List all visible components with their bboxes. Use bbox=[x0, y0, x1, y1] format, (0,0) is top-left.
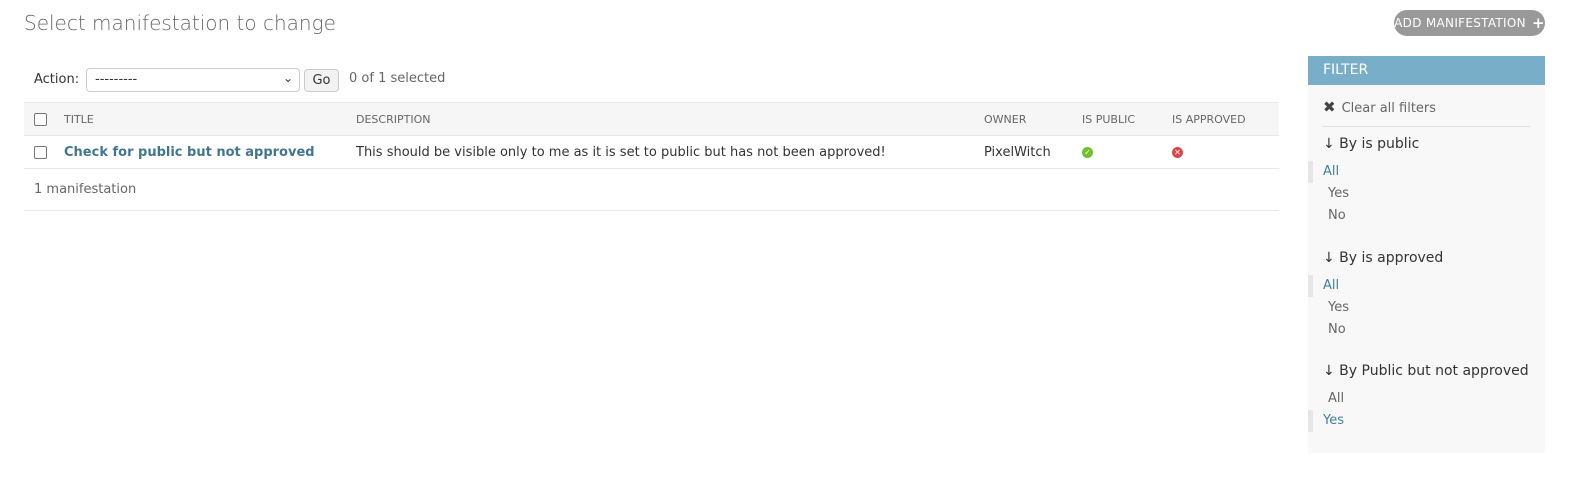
column-header-owner[interactable]: OWNER bbox=[984, 102, 1082, 136]
paginator: 1 manifestation bbox=[24, 168, 1279, 211]
result-table: TITLE DESCRIPTION OWNER IS PUBLIC IS APP… bbox=[24, 102, 1279, 169]
close-icon: ✖ bbox=[1323, 98, 1336, 116]
filter-option-no[interactable]: No bbox=[1308, 205, 1545, 227]
actions-bar: Action: --------- ⌄ Go 0 of 1 selected bbox=[24, 68, 1279, 92]
column-header-is-approved[interactable]: IS APPROVED bbox=[1172, 102, 1279, 136]
action-label: Action: bbox=[34, 72, 80, 87]
filter-option-yes[interactable]: Yes bbox=[1308, 410, 1545, 432]
owner-cell: PixelWitch bbox=[984, 135, 1082, 169]
select-all-cell bbox=[24, 102, 64, 136]
filter-option-yes[interactable]: Yes bbox=[1308, 297, 1545, 319]
select-all-checkbox[interactable] bbox=[34, 112, 47, 126]
filter-group-title: ↓ By is public bbox=[1323, 136, 1420, 152]
add-manifestation-label: ADD MANIFESTATION bbox=[1394, 16, 1526, 30]
action-select-value: --------- bbox=[95, 72, 138, 87]
is-approved-cell: ✕ bbox=[1172, 135, 1279, 169]
column-header-is-public[interactable]: IS PUBLIC bbox=[1082, 102, 1172, 136]
description-cell: This should be visible only to me as it … bbox=[356, 135, 984, 169]
action-select[interactable]: --------- ⌄ bbox=[86, 68, 300, 92]
filter-group-is-approved: ↓ By is approved All Yes No bbox=[1308, 250, 1545, 341]
title-link[interactable]: Check for public but not approved bbox=[64, 145, 315, 160]
column-header-description[interactable]: DESCRIPTION bbox=[356, 102, 984, 136]
title-cell: Check for public but not approved bbox=[64, 135, 356, 169]
filter-group-public-not-approved: ↓ By Public but not approved All Yes bbox=[1308, 363, 1545, 432]
is-public-cell: ✓ bbox=[1082, 135, 1172, 169]
filter-group-title: ↓ By is approved bbox=[1323, 250, 1444, 266]
filter-option-all[interactable]: All bbox=[1308, 388, 1545, 410]
check-circle-icon: ✓ bbox=[1082, 146, 1093, 158]
go-button[interactable]: Go bbox=[304, 69, 339, 92]
filter-sidebar: FILTER ✖ Clear all filters ↓ By is public… bbox=[1308, 56, 1545, 453]
x-circle-icon: ✕ bbox=[1172, 146, 1183, 158]
filter-option-no[interactable]: No bbox=[1308, 319, 1545, 341]
row-checkbox[interactable] bbox=[34, 145, 47, 159]
page-title: Select manifestation to change bbox=[24, 11, 336, 35]
filter-option-all[interactable]: All bbox=[1308, 161, 1545, 183]
row-select-cell bbox=[24, 135, 64, 169]
filter-heading: FILTER bbox=[1308, 56, 1545, 85]
chevron-down-icon: ⌄ bbox=[282, 71, 293, 85]
filter-option-all[interactable]: All bbox=[1308, 275, 1545, 297]
table-header-row: TITLE DESCRIPTION OWNER IS PUBLIC IS APP… bbox=[24, 102, 1279, 136]
clear-all-filters-link[interactable]: ✖ Clear all filters bbox=[1323, 98, 1530, 127]
clear-all-filters-label: Clear all filters bbox=[1341, 101, 1437, 116]
selection-count: 0 of 1 selected bbox=[349, 71, 446, 86]
column-header-title[interactable]: TITLE bbox=[64, 102, 356, 136]
filter-group-title: ↓ By Public but not approved bbox=[1323, 363, 1529, 379]
filter-option-yes[interactable]: Yes bbox=[1308, 183, 1545, 205]
filter-group-is-public: ↓ By is public All Yes No bbox=[1308, 136, 1545, 227]
add-manifestation-button[interactable]: ADD MANIFESTATION + bbox=[1394, 10, 1545, 36]
table-row: Check for public but not approved This s… bbox=[24, 135, 1279, 169]
plus-icon: + bbox=[1531, 13, 1545, 32]
